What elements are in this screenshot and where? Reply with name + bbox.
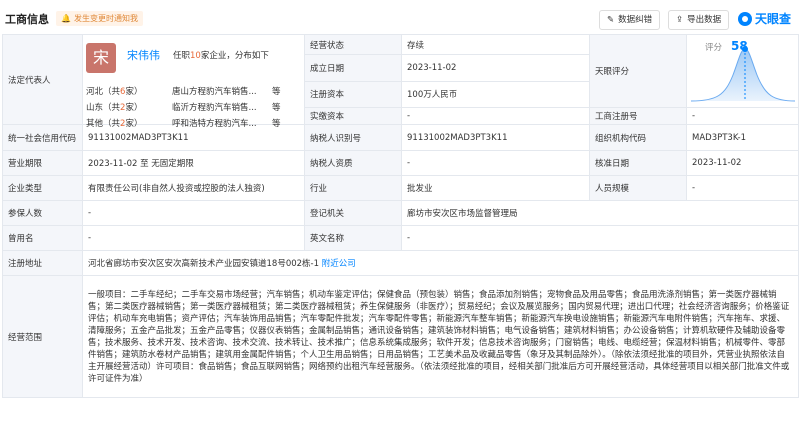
nearby-companies-link[interactable]: 附近公司	[322, 259, 356, 269]
data-correct-button[interactable]: ✎ 数据纠错	[599, 10, 661, 30]
former-name-label: 曾用名	[2, 225, 83, 251]
address-label: 注册地址	[2, 250, 83, 276]
region-company-link[interactable]: 呼和浩特方程豹汽车...	[172, 117, 270, 129]
notify-label: 发生变更时通知我	[73, 14, 138, 23]
type-value: 有限责任公司(非自然人投资或控股的法人独资)	[82, 175, 305, 201]
founded-label: 成立日期	[304, 54, 402, 82]
type-label: 企业类型	[2, 175, 83, 201]
regno-label: 工商注册号	[589, 107, 687, 125]
region-more[interactable]: 等	[272, 117, 281, 129]
region-row: 河北（共6家） 唐山方程豹汽车销售... 等	[86, 85, 281, 97]
approve-value: 2023-11-02	[686, 150, 799, 176]
avatar[interactable]: 宋	[86, 43, 116, 73]
former-name-value: -	[82, 225, 305, 251]
legal-rep-name[interactable]: 宋伟伟	[127, 47, 160, 63]
size-label: 人员规模	[589, 175, 687, 201]
scope-value: 一般项目：二手车经纪；二手车交易市场经营；汽车销售；机动车鉴定评估；保健食品（预…	[82, 275, 799, 398]
header-bar: 工商信息 🔔 发生变更时通知我 ✎ 数据纠错 ⇪ 导出数据 天眼查	[0, 0, 800, 34]
capital-label: 注册资本	[304, 80, 402, 109]
tianyancha-logo: 天眼查	[738, 10, 791, 27]
insured-value: -	[82, 200, 305, 226]
score-label: 天眼评分	[589, 34, 687, 108]
tax-qual-label: 纳税人资质	[304, 150, 402, 176]
paid-label: 实缴资本	[304, 107, 402, 125]
logo-text: 天眼查	[755, 12, 792, 26]
region-more[interactable]: 等	[272, 101, 281, 113]
authority-label: 登记机关	[304, 200, 402, 226]
notify-badge[interactable]: 🔔 发生变更时通知我	[56, 11, 143, 26]
org-code-value[interactable]: MAD3PT3K-1	[686, 124, 799, 151]
export-label: 导出数据	[687, 15, 722, 25]
address-value: 河北省廊坊市安次区安次高新技术产业园安镇道18号002栋-1	[88, 259, 320, 269]
legal-rep-summary: 任职10家企业，分布如下	[173, 51, 269, 61]
region-company-link[interactable]: 唐山方程豹汽车销售...	[172, 85, 270, 97]
english-name-value: -	[401, 225, 799, 251]
tax-qual-value: -	[401, 150, 590, 176]
legal-rep-cell: 宋 宋伟伟 任职10家企业，分布如下 河北（共6家） 唐山方程豹汽车销售... …	[82, 34, 305, 129]
term-label: 营业期限	[2, 150, 83, 176]
scope-label: 经营范围	[2, 275, 83, 398]
business-info-table: 法定代表人 宋 宋伟伟 任职10家企业，分布如下 河北（共6家） 唐山方程豹汽车…	[2, 33, 799, 398]
address-cell: 河北省廊坊市安次区安次高新技术产业园安镇道18号002栋-1 附近公司	[82, 250, 799, 276]
industry-value: 批发业	[401, 175, 590, 201]
credit-code-label: 统一社会信用代码	[2, 124, 83, 151]
region-company-link[interactable]: 临沂方程豹汽车销售...	[172, 101, 270, 113]
score-title: 评分	[705, 43, 723, 53]
founded-value: 2023-11-02	[401, 54, 590, 82]
score-cell[interactable]: 评分 58	[686, 34, 799, 108]
insured-label: 参保人数	[2, 200, 83, 226]
regno-value: -	[686, 107, 799, 125]
term-value: 2023-11-02 至 无固定期限	[82, 150, 305, 176]
english-name-label: 英文名称	[304, 225, 402, 251]
size-value: -	[686, 175, 799, 201]
status-value: 存续	[401, 33, 590, 56]
authority-value: 廊坊市安次区市场监督管理局	[401, 200, 799, 226]
org-code-label: 组织机构代码	[589, 124, 687, 151]
section-title: 工商信息	[5, 13, 49, 26]
legal-rep-label: 法定代表人	[2, 34, 83, 125]
industry-label: 行业	[304, 175, 402, 201]
capital-value: 100万人民币	[401, 80, 590, 109]
data-correct-label: 数据纠错	[618, 15, 653, 25]
approve-label: 核准日期	[589, 150, 687, 176]
logo-icon	[738, 11, 752, 26]
status-label: 经营状态	[304, 33, 402, 56]
export-data-button[interactable]: ⇪ 导出数据	[668, 10, 730, 30]
region-more[interactable]: 等	[272, 85, 281, 97]
region-row: 其他（共2家） 呼和浩特方程豹汽车... 等	[86, 117, 281, 129]
edit-icon: ✎	[607, 15, 615, 25]
taxid-value[interactable]: 91131002MAD3PT3K11	[401, 124, 590, 151]
taxid-label: 纳税人识别号	[304, 124, 402, 151]
paid-value: -	[401, 107, 590, 125]
bell-icon: 🔔	[61, 14, 71, 23]
region-row: 山东（共2家） 临沂方程豹汽车销售... 等	[86, 101, 281, 113]
score-value: 58	[731, 39, 748, 53]
export-icon: ⇪	[676, 15, 684, 25]
